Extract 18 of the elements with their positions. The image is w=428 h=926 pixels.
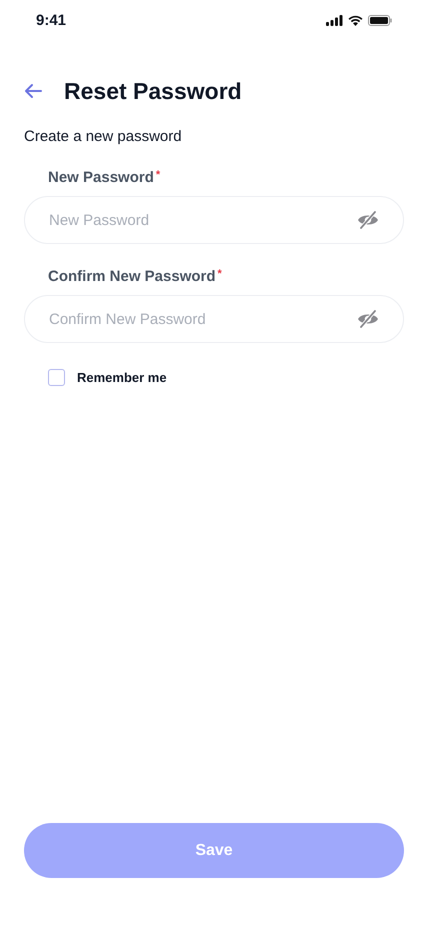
subtitle: Create a new password [24,128,183,145]
field-label: New Password [48,169,154,186]
wifi-icon [348,14,363,26]
remember-label: Remember me [77,370,167,385]
field-label: Confirm New Password [48,268,216,285]
required-mark: * [156,169,160,183]
battery-icon [368,14,392,26]
back-button[interactable] [24,83,42,99]
back-arrow-icon [24,83,42,99]
signal-icon [326,14,343,26]
status-time: 9:41 [36,12,66,28]
page-title: Reset Password [64,78,242,104]
password-field[interactable]: Confirm New Password [24,295,404,343]
eye-off-icon[interactable] [357,310,379,328]
eye-off-icon[interactable] [357,211,379,229]
required-mark: * [218,268,222,282]
password-field[interactable]: New Password [24,196,404,244]
remember-checkbox[interactable] [48,369,65,386]
